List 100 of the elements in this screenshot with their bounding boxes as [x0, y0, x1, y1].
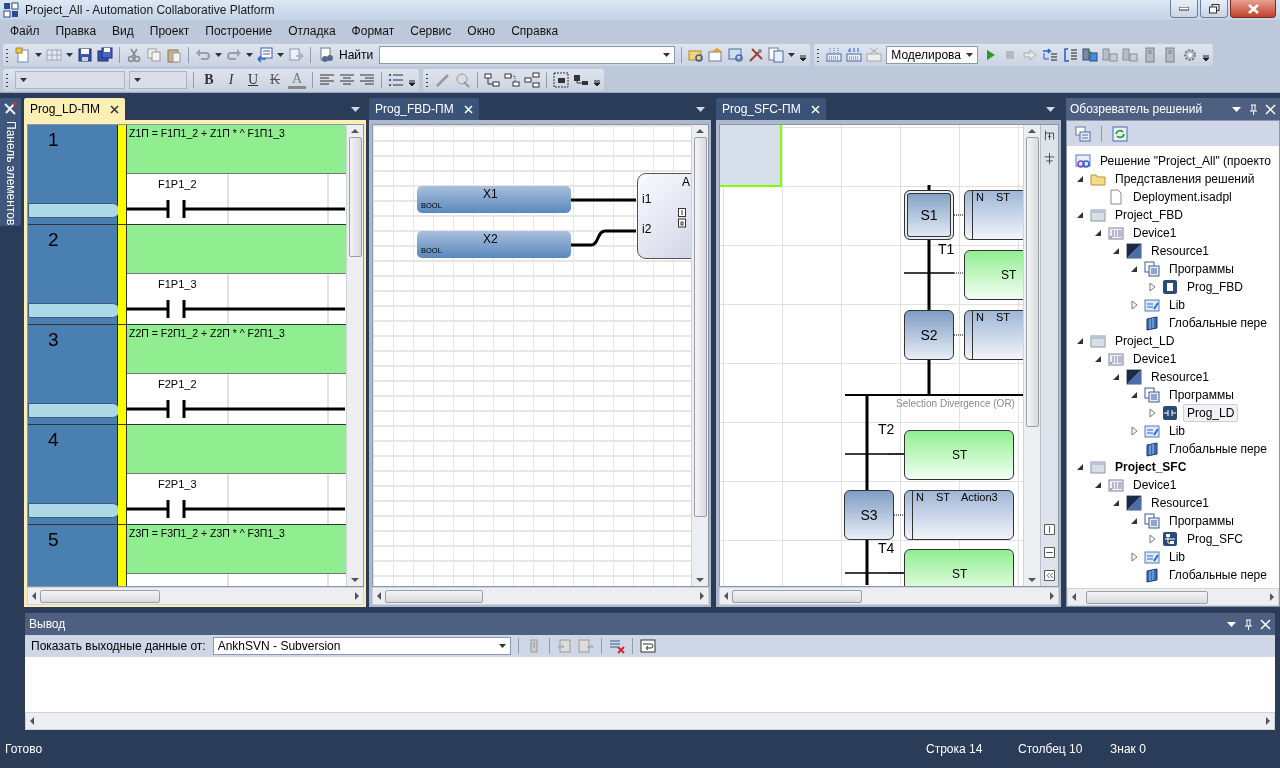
cut-icon[interactable] — [126, 47, 142, 63]
tree-item[interactable]: Deployment.isadpl — [1129, 188, 1236, 206]
toolbox-tab[interactable]: Панель элементов — [0, 98, 21, 226]
paste-icon[interactable] — [166, 47, 182, 63]
expanded-arrow-icon[interactable] — [1093, 354, 1103, 364]
caret-icon[interactable] — [1046, 106, 1055, 112]
document-tab[interactable]: Prog_LD-ПМ — [24, 98, 125, 120]
expanded-arrow-icon[interactable] — [1075, 462, 1085, 472]
align-left-icon[interactable] — [319, 72, 335, 88]
vertical-scrollbar[interactable] — [1023, 125, 1040, 586]
tree-item[interactable]: Resource1 — [1147, 242, 1214, 260]
menu-item[interactable]: Проект — [141, 24, 198, 38]
save-icon[interactable] — [77, 47, 93, 63]
rung-handle[interactable] — [28, 403, 120, 418]
rung-handle[interactable] — [28, 203, 120, 218]
menu-item[interactable]: Файл — [2, 24, 48, 38]
insert-step-icon[interactable] — [1043, 152, 1056, 165]
gear-icon[interactable] — [1182, 47, 1199, 63]
clear-all-icon[interactable] — [608, 638, 625, 654]
expanded-arrow-icon[interactable] — [1129, 516, 1139, 526]
rung-comment[interactable] — [127, 225, 346, 274]
tree-item[interactable]: Программы — [1165, 386, 1238, 404]
caret-icon[interactable] — [663, 53, 671, 57]
caret-icon[interactable] — [134, 78, 141, 82]
horizontal-scrollbar[interactable] — [25, 712, 1275, 730]
horizontal-scrollbar[interactable] — [719, 587, 1059, 605]
caret-icon[interactable] — [498, 644, 506, 648]
tree-item[interactable]: Prog_LD — [1183, 404, 1239, 422]
tree-item[interactable]: Prog_SFC — [1183, 530, 1248, 548]
scroll-thumb[interactable] — [732, 589, 862, 603]
horizontal-scrollbar[interactable] — [1067, 588, 1279, 606]
menu-item[interactable]: Построение — [197, 24, 281, 38]
expanded-arrow-icon[interactable] — [1075, 174, 1085, 184]
align-right-icon[interactable] — [359, 72, 375, 88]
scroll-thumb[interactable] — [693, 137, 707, 517]
computers-icon[interactable] — [1082, 47, 1099, 63]
vertical-scrollbar[interactable] — [691, 125, 708, 586]
transition-condition[interactable]: ST — [904, 549, 1014, 586]
expanded-arrow-icon[interactable] — [1093, 228, 1103, 238]
menu-item[interactable]: Вид — [104, 24, 142, 38]
branch-icon[interactable] — [1043, 129, 1056, 142]
tree-item[interactable]: Программы — [1165, 512, 1238, 530]
contact-drawing[interactable] — [127, 498, 345, 520]
select-box-icon[interactable] — [553, 72, 569, 88]
pin-icon[interactable] — [1248, 103, 1259, 115]
close-icon[interactable] — [110, 104, 119, 114]
format-button[interactable]: I — [222, 71, 240, 89]
tree-item[interactable]: Resource1 — [1147, 494, 1214, 512]
bullet-list-icon[interactable] — [388, 72, 404, 88]
tree-item[interactable]: Lib — [1165, 548, 1189, 566]
caret-icon[interactable] — [66, 53, 73, 57]
list-arrow-icon[interactable] — [257, 47, 273, 63]
rebuild-icon[interactable] — [846, 47, 863, 63]
action-block[interactable]: N ST — [964, 310, 1023, 360]
tree-item[interactable]: Device1 — [1129, 350, 1181, 368]
collapsed-arrow-icon[interactable] — [1129, 426, 1139, 436]
caret-icon[interactable] — [35, 53, 42, 57]
close-button[interactable] — [1230, 0, 1276, 18]
search-field[interactable] — [379, 46, 676, 64]
tree-item[interactable]: Lib — [1165, 422, 1189, 440]
caret-icon[interactable] — [696, 106, 705, 112]
expanded-arrow-icon[interactable] — [1111, 246, 1121, 256]
solution-view-icon[interactable] — [1075, 125, 1091, 142]
contact-drawing[interactable] — [127, 198, 345, 220]
horizontal-scrollbar[interactable] — [27, 587, 364, 605]
nodes-icon[interactable] — [573, 72, 589, 88]
menu-item[interactable]: Правка — [47, 24, 105, 38]
collapsed-arrow-icon[interactable] — [1129, 300, 1139, 310]
caret-icon[interactable] — [788, 53, 796, 57]
folder-search-icon[interactable] — [688, 47, 705, 63]
contact-drawing[interactable] — [127, 298, 345, 320]
menu-item[interactable]: Справка — [503, 24, 567, 38]
word-wrap-icon[interactable] — [639, 638, 656, 654]
pin-icon[interactable] — [1243, 618, 1254, 630]
collapsed-arrow-icon[interactable] — [1147, 534, 1157, 544]
rung-comment[interactable]: Z3П = F3П1_2 + Z3П * ^ F3П1_3 — [127, 525, 346, 574]
document-tab[interactable]: Prog_SFC-ПМ — [716, 98, 826, 120]
vertical-split-icon[interactable] — [1043, 523, 1056, 536]
tree-item[interactable]: Resource1 — [1147, 368, 1214, 386]
expanded-arrow-icon[interactable] — [1129, 264, 1139, 274]
mode-dropdown[interactable]: Моделирова — [886, 46, 979, 64]
horizontal-scrollbar[interactable] — [372, 587, 709, 605]
contact-drawing[interactable] — [127, 398, 345, 420]
sfc-step[interactable]: S1 — [904, 190, 954, 240]
expanded-arrow-icon[interactable] — [1111, 498, 1121, 508]
expanded-arrow-icon[interactable] — [1129, 390, 1139, 400]
horizontal-split-icon[interactable] — [1043, 546, 1056, 559]
caret-icon[interactable] — [351, 106, 360, 112]
tree-item[interactable]: Глобальные пере — [1165, 440, 1271, 458]
scroll-thumb[interactable] — [1025, 137, 1039, 427]
transition-condition[interactable]: ST — [964, 250, 1023, 300]
save-all-icon[interactable] — [97, 47, 113, 63]
tree-item[interactable]: Глобальные пере — [1165, 566, 1271, 584]
tree-item[interactable]: Project_FBD — [1111, 206, 1188, 224]
rung-handle[interactable] — [28, 503, 120, 518]
collapsed-arrow-icon[interactable] — [1147, 408, 1157, 418]
menu-item[interactable]: Сервис — [402, 24, 460, 38]
tree-item[interactable]: Project_LD — [1111, 332, 1179, 350]
transition-condition[interactable]: ST — [904, 430, 1014, 480]
expanded-arrow-icon[interactable] — [1075, 336, 1085, 346]
